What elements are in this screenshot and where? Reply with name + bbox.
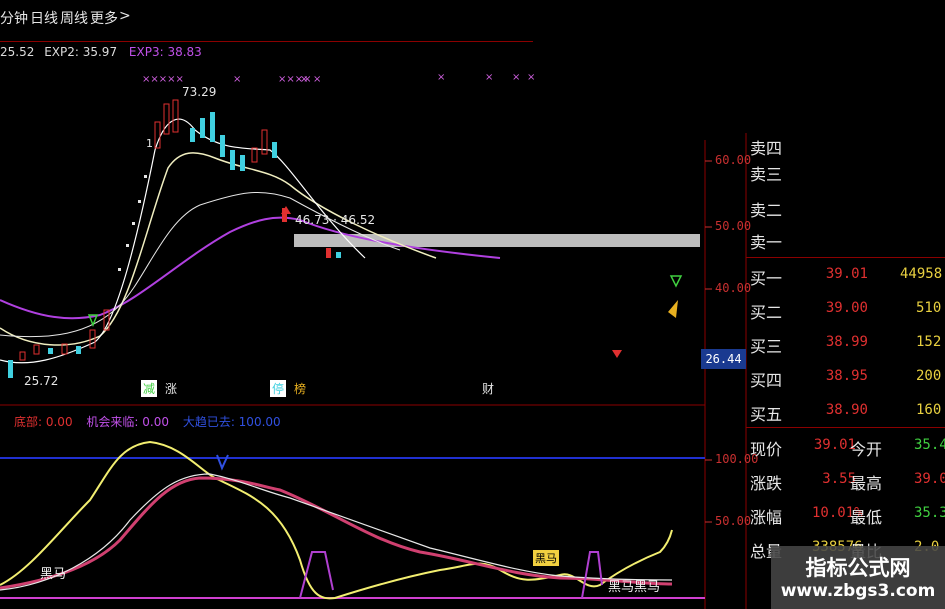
dot-markers [118, 175, 147, 271]
buy-price: 38.95 [825, 368, 868, 384]
svg-text:×: × [485, 72, 493, 83]
quote-panel: 卖四 卖三 卖二 卖一 买一 39.01 44958 买二 39.00 510 … [746, 133, 945, 609]
signal-badge-bang: 榜 [294, 382, 307, 396]
buy-label: 买三 [750, 337, 783, 356]
stat-label: 最高 [850, 474, 883, 493]
ma-purple-line [0, 216, 501, 320]
svg-text:×: × [437, 72, 445, 83]
stat-row-1: 现价 39.01 今开 35.46 [746, 434, 945, 459]
buy-label: 买五 [750, 405, 783, 424]
indicator-legend: 底部: 0.00 机会来临: 0.00 大趋已去: 100.00 [14, 413, 281, 430]
stat-value: 39.01 [914, 471, 945, 487]
buy-volume: 200 [916, 368, 942, 384]
legend-chance: 机会来临: 0.00 [86, 415, 169, 429]
candlesticks [8, 99, 341, 378]
stat-value: 35.46 [914, 437, 945, 453]
buy-label: 买一 [750, 269, 783, 288]
buy-price: 38.99 [825, 334, 868, 350]
sell-row-3: 卖三 [746, 159, 945, 184]
stat-row-2: 涨跌 3.55 最高 39.01 [746, 468, 945, 493]
stat-value: 35.30 [914, 505, 945, 521]
label-heima-3: 黑马 [533, 550, 559, 566]
marker-one: 1 [146, 137, 153, 150]
stat-label: 最低 [850, 508, 883, 527]
signal-badge-cai: 财 [482, 382, 495, 396]
buy-label: 买二 [750, 303, 783, 322]
stat-row-3: 涨幅 10.01% 最低 35.30 [746, 502, 945, 527]
buy-row-1: 买一 39.01 44958 [746, 263, 945, 288]
watermark-title: 指标公式网 [805, 556, 911, 580]
signal-arrows [87, 206, 683, 358]
buy-volume: 510 [916, 300, 942, 316]
sell-row-2: 卖二 [746, 195, 945, 220]
buy-row-2: 买二 39.00 510 [746, 297, 945, 322]
svg-text:×: × [313, 74, 321, 85]
indicator-red-line [0, 476, 673, 590]
low-label: 25.72 [24, 374, 59, 388]
sell-row-1: 卖一 [746, 227, 945, 252]
signal-badge-ting: 停 [270, 380, 287, 397]
sell-label: 卖三 [750, 165, 783, 184]
legend-bottom: 底部: 0.00 [14, 415, 73, 429]
buy-row-4: 买四 38.95 200 [746, 365, 945, 390]
legend-trend: 大趋已去: 100.00 [182, 415, 281, 429]
buy-volume: 152 [916, 334, 942, 350]
high-label: 73.29 [182, 85, 217, 99]
buy-price: 38.90 [825, 402, 868, 418]
sell-label: 卖一 [750, 233, 783, 252]
indicator-white-line [0, 473, 673, 591]
stat-label: 今开 [850, 440, 883, 459]
svg-text:×: × [300, 74, 308, 85]
svg-text:×: × [527, 72, 535, 83]
buy-row-5: 买五 38.90 160 [746, 399, 945, 424]
svg-text:×: × [512, 72, 520, 83]
current-price-tag: 26.44 [701, 349, 746, 369]
indicator-yellow-line [0, 440, 673, 600]
label-heima-1: 黑马 [40, 567, 67, 582]
x-markers: ××××× × ×××× × × × × × × [142, 72, 535, 85]
watermark-url: www.zbgs3.com [780, 581, 936, 601]
signal-badge-zhang: 涨 [165, 382, 178, 396]
signal-badge-jian: 减 [141, 380, 158, 397]
buy-row-3: 买三 38.99 152 [746, 331, 945, 356]
svg-text:×: × [233, 74, 241, 85]
buy-price: 39.00 [825, 300, 868, 316]
stat-label: 涨跌 [750, 474, 783, 493]
ma-yellow-line [0, 152, 437, 346]
buy-label: 买四 [750, 371, 783, 390]
sell-label: 卖二 [750, 201, 783, 220]
mid-label: 46.73 · 46.52 [295, 213, 376, 227]
buy-volume: 160 [916, 402, 942, 418]
indicator-blue-notch [216, 454, 229, 471]
stat-label: 现价 [750, 440, 783, 459]
watermark: 指标公式网 www.zbgs3.com [771, 546, 945, 609]
buy-price: 39.01 [825, 266, 868, 282]
label-heima-2: 黑马黑马 [608, 580, 661, 595]
stat-label: 涨幅 [750, 508, 783, 527]
buy-volume: 44958 [900, 266, 943, 282]
svg-text:×××××: ××××× [142, 74, 184, 85]
indicator-purple-box-2 [581, 551, 603, 599]
sell-row-4: 卖四 [746, 133, 945, 158]
sell-label: 卖四 [750, 139, 783, 158]
